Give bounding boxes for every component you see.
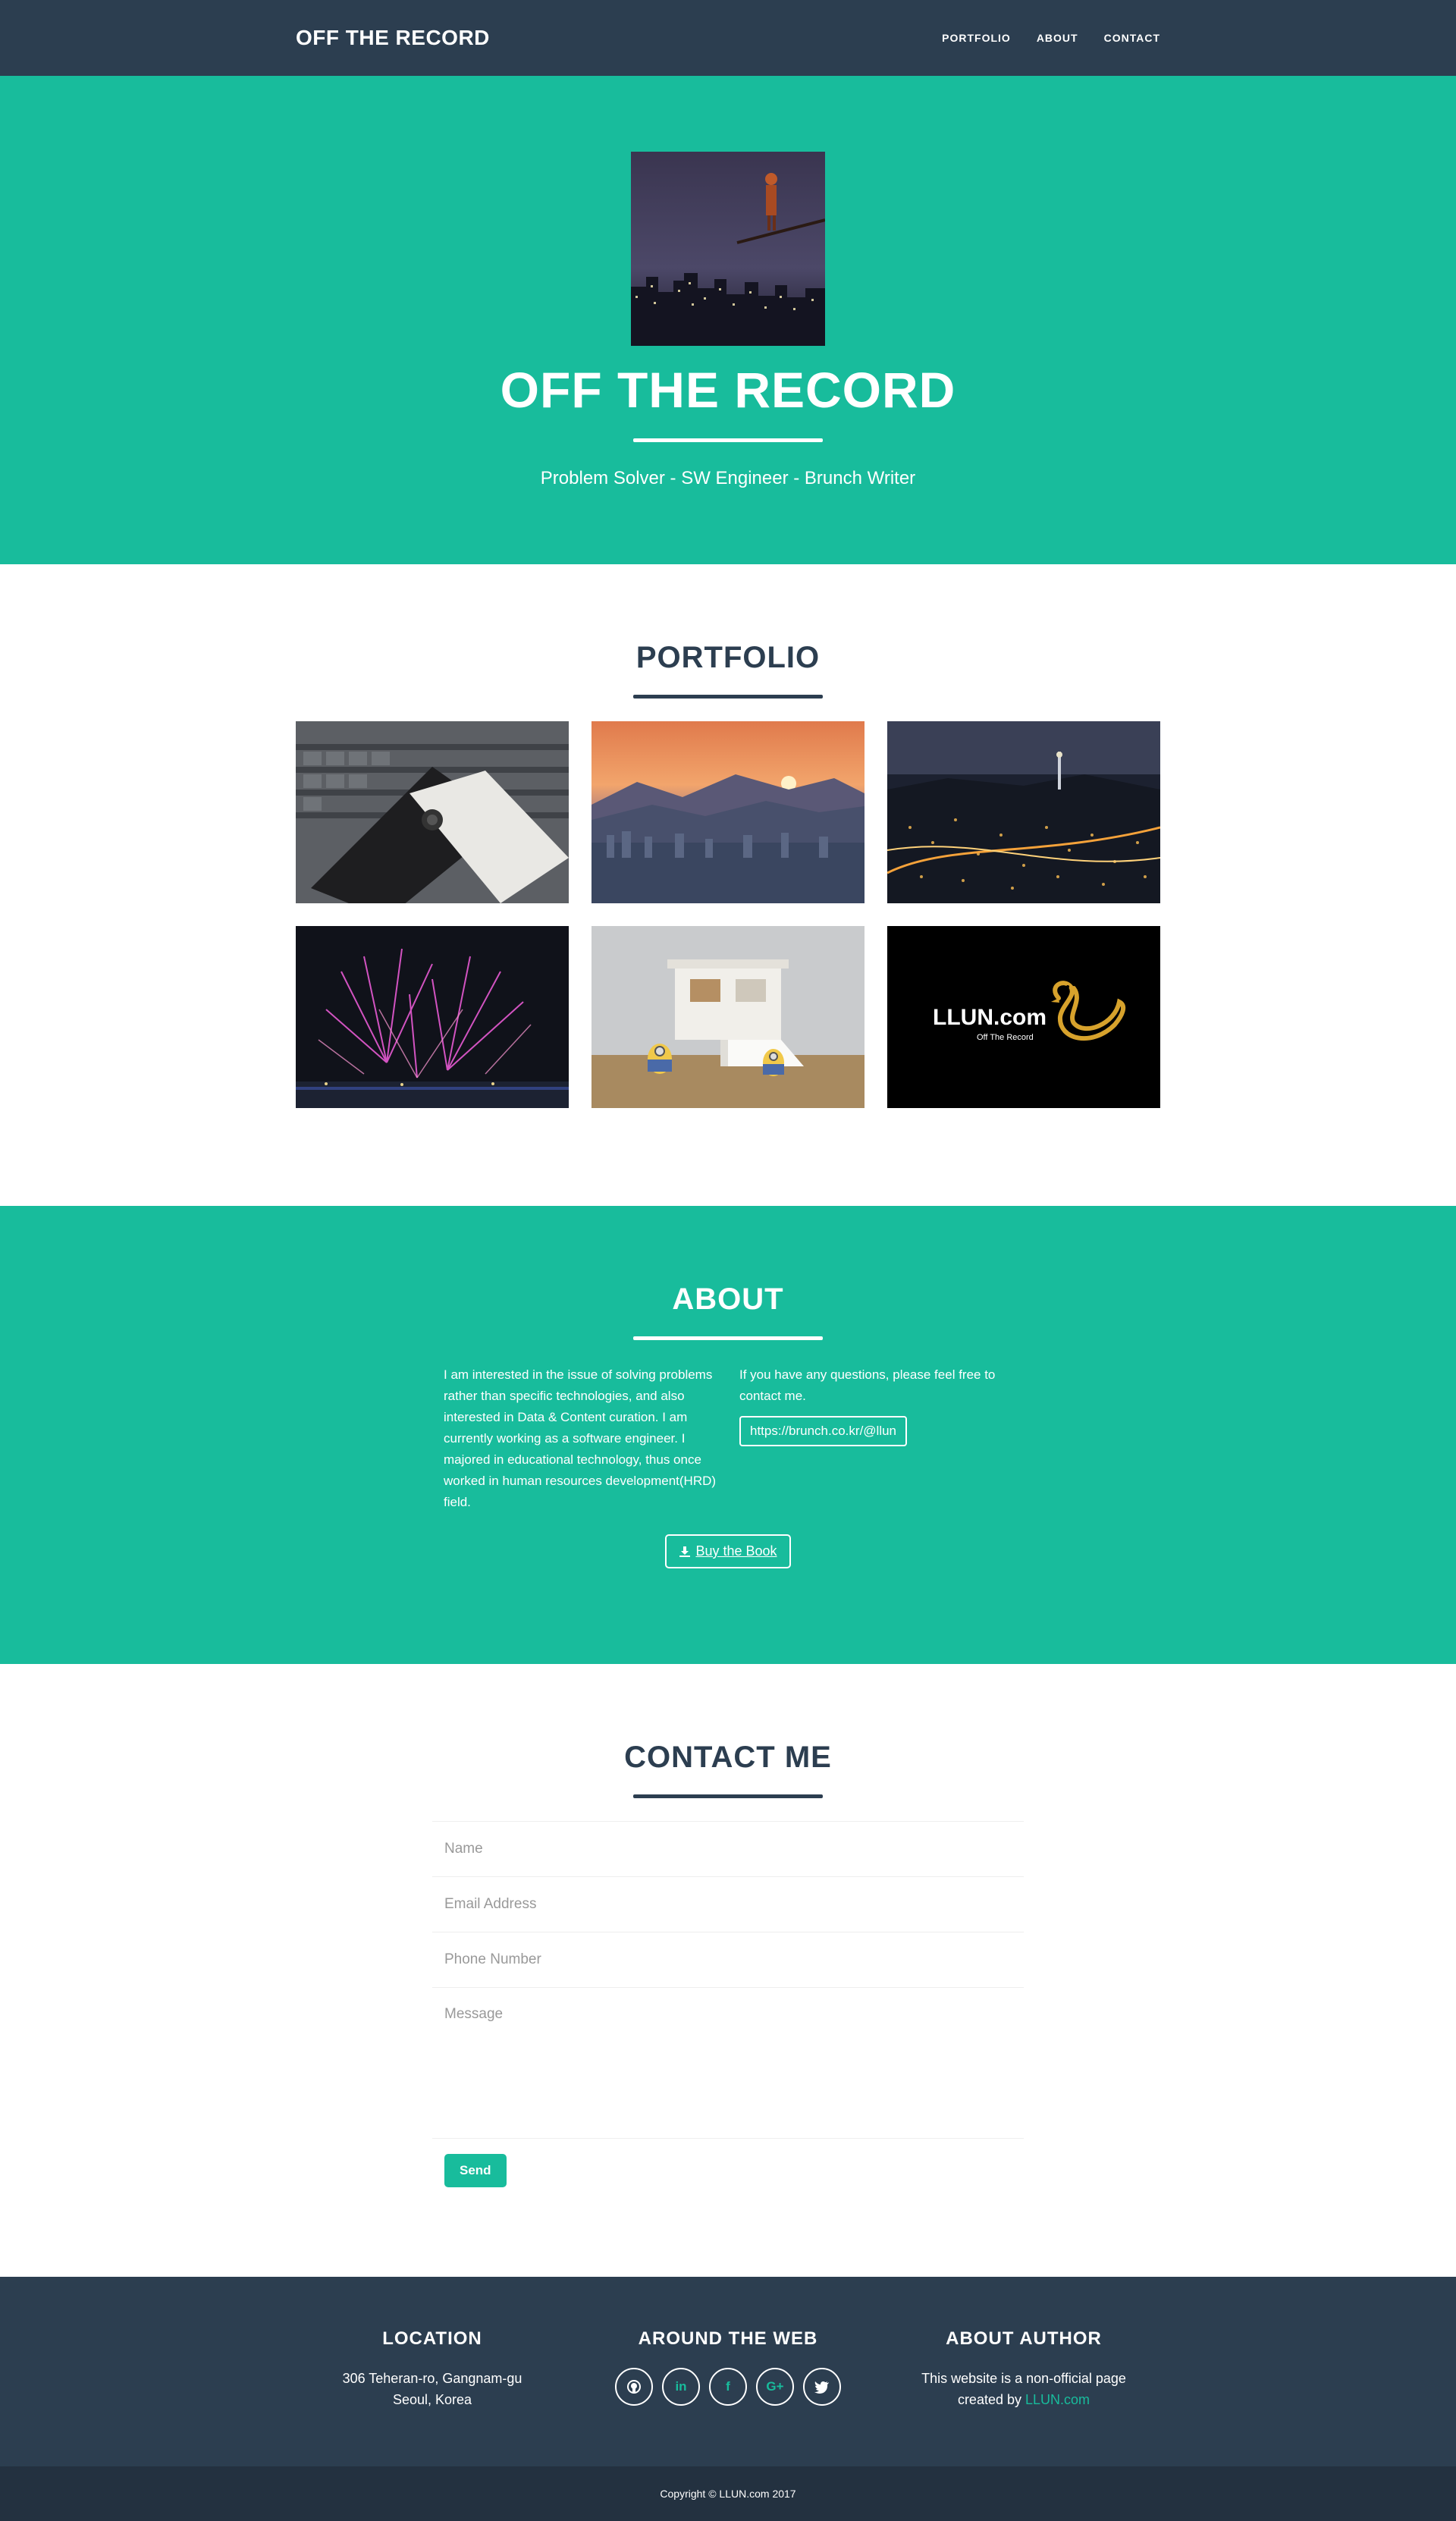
contact-divider (633, 1794, 823, 1798)
download-icon (679, 1546, 691, 1557)
about-left-text: I am interested in the issue of solving … (444, 1367, 717, 1509)
smartphones-photo (296, 721, 569, 903)
twitter-link[interactable] (803, 2368, 841, 2406)
linkedin-link[interactable]: in (662, 2368, 700, 2406)
portfolio-item-model-house[interactable] (592, 926, 864, 1108)
footer-web: AROUND THE WEB in f G+ (592, 2328, 864, 2410)
footer-author-link[interactable]: LLUN.com (1025, 2392, 1090, 2407)
send-button[interactable]: Send (444, 2154, 507, 2187)
message-field[interactable]: Message (432, 1987, 1024, 2139)
hero-divider (633, 438, 823, 442)
footer-author-text: This website is a non-official page (921, 2371, 1126, 2386)
hero-subtitle: Problem Solver - SW Engineer - Brunch Wr… (540, 468, 916, 488)
portfolio-item-city-night[interactable] (887, 721, 1160, 903)
facebook-link[interactable]: f (709, 2368, 747, 2406)
about-right-column: If you have any questions, please feel f… (739, 1364, 1012, 1513)
logo-subtext: Off The Record (977, 1033, 1034, 1042)
nav-link-portfolio[interactable]: PORTFOLIO (942, 32, 1011, 44)
footer-author-credit: created by LLUN.com (887, 2389, 1160, 2410)
email-field[interactable]: Email Address (432, 1876, 1024, 1932)
portfolio-item-smartphones[interactable] (296, 721, 569, 903)
footer-author: ABOUT AUTHOR This website is a non-offic… (887, 2328, 1160, 2410)
fireworks-photo (296, 926, 569, 1108)
brunch-link[interactable]: https://brunch.co.kr/@llun (739, 1416, 908, 1446)
twitter-icon (814, 2381, 829, 2394)
about-section: ABOUT I am interested in the issue of so… (0, 1206, 1456, 1664)
portfolio-item-fireworks[interactable] (296, 926, 569, 1108)
portfolio-divider (633, 695, 823, 699)
about-columns: I am interested in the issue of solving … (444, 1364, 1012, 1513)
portfolio-item-llun-logo[interactable]: LLUN.com Off The Record (887, 926, 1160, 1108)
hero-section: OFF THE RECORD Problem Solver - SW Engin… (0, 76, 1456, 564)
footer-author-title: ABOUT AUTHOR (946, 2328, 1102, 2349)
contact-section: CONTACT ME Name Email Address Phone Numb… (0, 1664, 1456, 2277)
nav-links: PORTFOLIO ABOUT CONTACT (942, 32, 1160, 44)
google-plus-icon: G+ (766, 2379, 784, 2394)
footer: LOCATION 306 Teheran-ro, Gangnam-gu Seou… (0, 2277, 1456, 2466)
city-night-photo (887, 721, 1160, 903)
copyright-bar: Copyright © LLUN.com 2017 (0, 2466, 1456, 2521)
footer-web-title: AROUND THE WEB (638, 2328, 818, 2349)
nav-link-contact[interactable]: CONTACT (1104, 32, 1160, 44)
footer-location-line1: 306 Teheran-ro, Gangnam-gu (342, 2371, 522, 2386)
mountain-sunset-photo (592, 721, 864, 903)
contact-title: CONTACT ME (624, 1741, 832, 1774)
facebook-icon: f (726, 2379, 730, 2394)
google-plus-link[interactable]: G+ (756, 2368, 794, 2406)
nav-link-about[interactable]: ABOUT (1037, 32, 1078, 44)
footer-location-line2: Seoul, Korea (392, 2392, 472, 2407)
footer-location: LOCATION 306 Teheran-ro, Gangnam-gu Seou… (296, 2328, 569, 2410)
phone-field[interactable]: Phone Number (432, 1932, 1024, 1987)
llun-logo: LLUN.com Off The Record (887, 926, 1160, 1108)
model-house-photo (592, 926, 864, 1108)
logo-text: LLUN.com (933, 1005, 1046, 1030)
portfolio-grid: LLUN.com Off The Record (296, 721, 1160, 1108)
portfolio-item-mountain-sunset[interactable] (592, 721, 864, 903)
linkedin-icon: in (675, 2379, 687, 2394)
brand-link[interactable]: OFF THE RECORD (296, 26, 490, 50)
github-icon (627, 2380, 641, 2394)
portfolio-section: PORTFOLIO LLUN.com Off The Record (0, 564, 1456, 1206)
profile-image (631, 152, 825, 346)
about-divider (633, 1336, 823, 1340)
contact-form: Name Email Address Phone Number Message … (432, 1821, 1024, 2187)
portfolio-title: PORTFOLIO (635, 641, 821, 674)
name-field[interactable]: Name (432, 1821, 1024, 1876)
github-link[interactable] (615, 2368, 653, 2406)
about-right-text: If you have any questions, please feel f… (739, 1367, 996, 1403)
buy-book-label: Buy the Book (695, 1543, 777, 1559)
hero-title: OFF THE RECORD (500, 362, 956, 418)
footer-location-title: LOCATION (382, 2328, 482, 2349)
navbar: OFF THE RECORD PORTFOLIO ABOUT CONTACT (0, 0, 1456, 76)
footer-author-created: created by (957, 2392, 1021, 2407)
copyright-text: Copyright © LLUN.com 2017 (660, 2488, 796, 2500)
buy-book-button[interactable]: Buy the Book (665, 1534, 791, 1568)
social-links: in f G+ (592, 2368, 864, 2406)
about-title: ABOUT (672, 1282, 784, 1316)
